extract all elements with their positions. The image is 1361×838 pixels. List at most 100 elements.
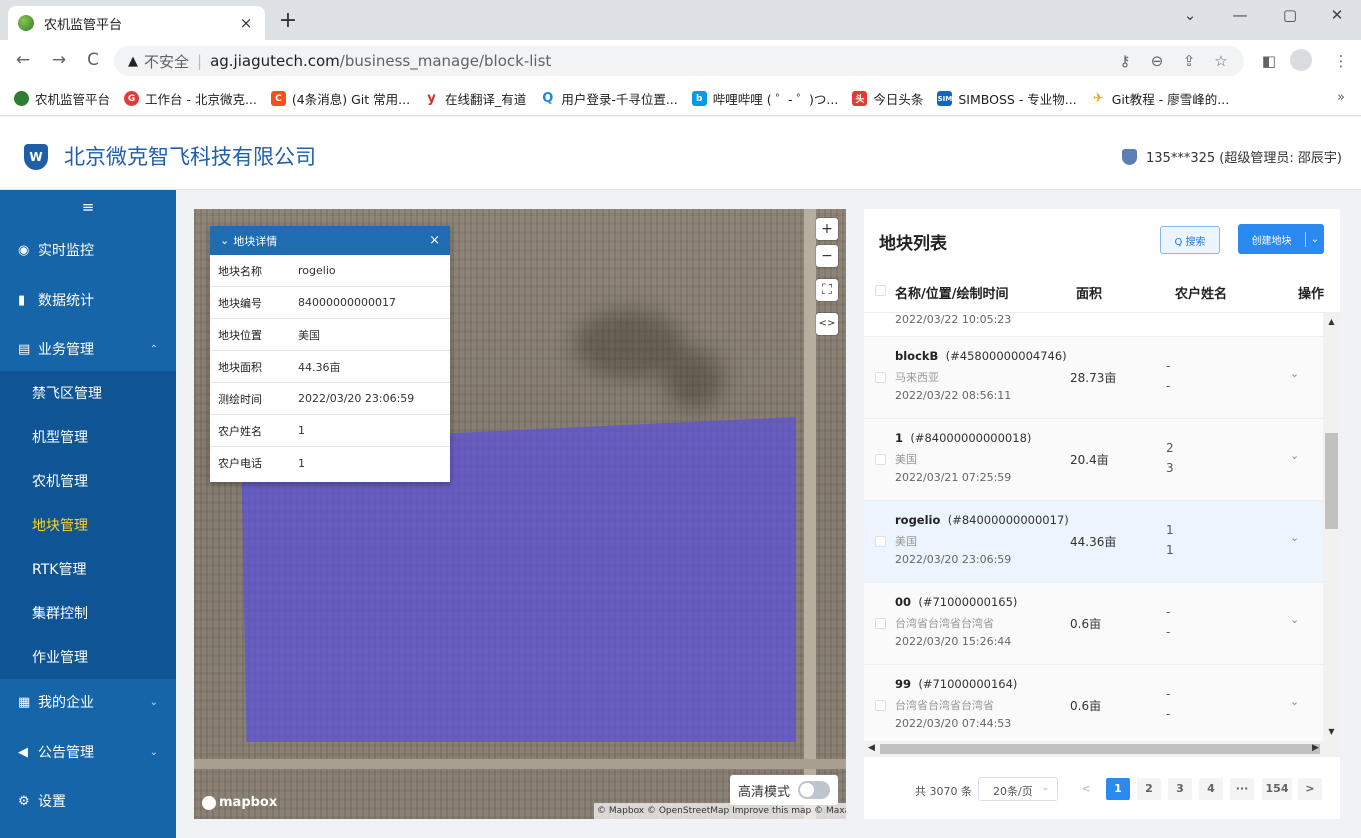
sidebar-item-statistics[interactable]: ▮ 数据统计 [0, 278, 176, 322]
map-attribution[interactable]: © Mapbox © OpenStreetMap Improve this ma… [594, 803, 846, 819]
page-ellipsis[interactable]: ··· [1230, 778, 1254, 800]
close-icon[interactable]: × [429, 233, 440, 248]
bookmark-2[interactable]: C (4条消息) Git 常用... [270, 89, 410, 108]
page-4[interactable]: 4 [1199, 778, 1223, 800]
chevron-down-icon[interactable]: ⌄ [1306, 234, 1324, 245]
sidebar-item-notice[interactable]: ◀ 公告管理 ⌄ [0, 730, 176, 774]
scroll-up-icon[interactable]: ▲ [1323, 317, 1340, 326]
page-3[interactable]: 3 [1168, 778, 1192, 800]
sidebar-sub-job[interactable]: 作业管理 [0, 635, 176, 679]
table-row-selected[interactable]: rogelio (#84000000000017) 美国 2022/03/20 … [864, 501, 1324, 583]
bookmark-0[interactable]: 农机监管平台 [14, 89, 110, 108]
row-checkbox[interactable] [875, 536, 886, 547]
bookmark-1[interactable]: G 工作台 - 北京微克... [124, 89, 257, 108]
table-row[interactable]: 1 (#84000000000018) 美国 2022/03/21 07:25:… [864, 419, 1324, 501]
mapbox-logo[interactable]: mapbox [202, 795, 277, 810]
sidebar-item-settings[interactable]: ⚙ 设置 [0, 779, 176, 823]
scroll-down-icon[interactable]: ▼ [1323, 727, 1340, 736]
create-block-button[interactable]: 创建地块 ⌄ [1238, 224, 1324, 254]
bookmark-4[interactable]: Q 用户登录-千寻位置... [540, 89, 678, 108]
reload-icon[interactable]: C [82, 50, 104, 70]
zoom-out-button[interactable]: − [816, 245, 838, 267]
sidebar-sub-block[interactable]: 地块管理 [0, 503, 176, 547]
col-op: 操作 [1298, 287, 1325, 302]
sidebar-item-enterprise[interactable]: ▦ 我的企业 ⌄ [0, 680, 176, 724]
row-checkbox[interactable] [875, 618, 886, 629]
bookmark-6[interactable]: 头今日头条 [852, 89, 923, 108]
sidebar-sub-rtk[interactable]: RTK管理 [0, 547, 176, 591]
row-expand-icon[interactable]: ⌄ [1290, 449, 1299, 462]
vertical-scrollbar[interactable]: ▲ ▼ [1323, 313, 1340, 741]
row-expand-icon[interactable]: ⌄ [1290, 695, 1299, 708]
next-page-button[interactable]: > [1298, 778, 1322, 800]
browser-tab[interactable]: 农机监管平台 × [8, 6, 265, 40]
select-all-checkbox[interactable] [875, 285, 886, 296]
back-icon[interactable]: ← [12, 50, 34, 70]
minimize-icon[interactable]: — [1225, 6, 1255, 24]
user-info[interactable]: 135***325 (超级管理员: 邵辰宇) [1146, 147, 1342, 166]
forward-icon[interactable]: → [48, 50, 70, 70]
maximize-icon[interactable]: ▢ [1275, 6, 1305, 24]
fullscreen-icon[interactable]: ⛶ [816, 279, 838, 301]
page-last[interactable]: 154 [1262, 778, 1292, 800]
side-panel-icon[interactable]: ◧ [1258, 52, 1280, 70]
share-icon[interactable]: ⇪ [1178, 52, 1200, 70]
sidebar-sub-nofly[interactable]: 禁飞区管理 [0, 371, 176, 415]
scrollbar-thumb[interactable] [880, 744, 1320, 754]
sidebar-sub-cluster[interactable]: 集群控制 [0, 591, 176, 635]
map-road [804, 209, 816, 819]
sidebar-item-monitor[interactable]: ◉ 实时监控 [0, 228, 176, 272]
page-1[interactable]: 1 [1106, 778, 1130, 800]
chevron-down-icon[interactable]: ⌄ [220, 234, 229, 247]
horizontal-scrollbar[interactable]: ◀ ▶ [864, 741, 1340, 757]
map-view[interactable]: + − ⛶ <> ⌄ 地块详情 × 地块名称 rogelio 地块编号 840000… [194, 209, 846, 819]
page-2[interactable]: 2 [1137, 778, 1161, 800]
tab-search-icon[interactable]: ⌄ [1175, 6, 1205, 24]
bookmark-icon: b [691, 91, 707, 106]
tab-close-icon[interactable]: × [237, 14, 255, 32]
bookmark-3[interactable]: y 在线翻译_有道 [424, 89, 526, 108]
hd-mode-toggle[interactable]: 高清模式 [730, 775, 838, 805]
bookmarks-more-icon[interactable]: » [1337, 90, 1345, 105]
hd-mode-switch[interactable] [798, 781, 831, 799]
row-name-text: blockB [895, 349, 939, 363]
scroll-left-icon[interactable]: ◀ [868, 743, 875, 753]
row-checkbox[interactable] [875, 372, 886, 383]
search-button[interactable]: Q 搜索 [1160, 226, 1220, 254]
row-expand-icon[interactable]: ⌄ [1290, 367, 1299, 380]
sidebar-sub-model[interactable]: 机型管理 [0, 415, 176, 459]
mapbox-label: mapbox [219, 795, 278, 810]
bookmark-star-icon[interactable]: ☆ [1210, 52, 1232, 70]
zoom-in-button[interactable]: + [816, 218, 838, 240]
sidebar-sub-machine[interactable]: 农机管理 [0, 459, 176, 503]
code-icon[interactable]: <> [816, 313, 838, 335]
bookmark-7[interactable]: SIM SIMBOSS - 专业物... [937, 89, 1077, 108]
window-close-icon[interactable]: ✕ [1322, 6, 1352, 24]
url-input[interactable]: ▲ 不安全 | ag.jiagutech.com /business_manag… [114, 46, 1244, 76]
row-checkbox[interactable] [875, 700, 886, 711]
table-header: 名称/位置/绘制时间 面积 农户姓名 操作 [864, 269, 1340, 313]
table-row[interactable]: 00 (#71000000165) 台湾省台湾省台湾省 2022/03/20 1… [864, 583, 1324, 665]
row-farmer-phone: - [1166, 707, 1171, 721]
bookmark-5[interactable]: b 哔哩哔哩 ( ゜- ゜)つ... [691, 89, 838, 108]
zoom-icon[interactable]: ⊖ [1146, 52, 1168, 70]
table-row[interactable]: blockB (#45800000004746) 马来西亚 2022/03/22… [864, 337, 1324, 419]
browser-menu-icon[interactable]: ⋮ [1330, 52, 1352, 70]
new-tab-button[interactable]: + [276, 8, 300, 33]
sidebar-item-business[interactable]: ▤ 业务管理 ⌃ [0, 327, 176, 371]
row-checkbox[interactable] [875, 454, 886, 465]
scroll-right-icon[interactable]: ▶ [1312, 743, 1319, 753]
scrollbar-thumb[interactable] [1325, 433, 1338, 529]
sidebar-item-label: 业务管理 [38, 342, 94, 358]
row-expand-icon[interactable]: ⌄ [1290, 613, 1299, 626]
profile-avatar[interactable] [1290, 49, 1312, 71]
menu-toggle-icon[interactable]: ≡ [0, 190, 176, 224]
bookmark-icon: SIM [937, 91, 953, 106]
row-expand-icon[interactable]: ⌄ [1290, 531, 1299, 544]
table-body[interactable]: 2022/03/22 10:05:23 blockB (#45800000004… [864, 313, 1324, 741]
table-row[interactable]: 99 (#71000000164) 台湾省台湾省台湾省 2022/03/20 0… [864, 665, 1324, 741]
key-icon[interactable]: ⚷ [1114, 52, 1136, 70]
bookmark-8[interactable]: ✈ Git教程 - 廖雪峰的... [1090, 89, 1229, 108]
page-size-select[interactable]: 20条/页 ⌄ [978, 777, 1058, 801]
prev-page-button[interactable]: < [1074, 778, 1098, 800]
